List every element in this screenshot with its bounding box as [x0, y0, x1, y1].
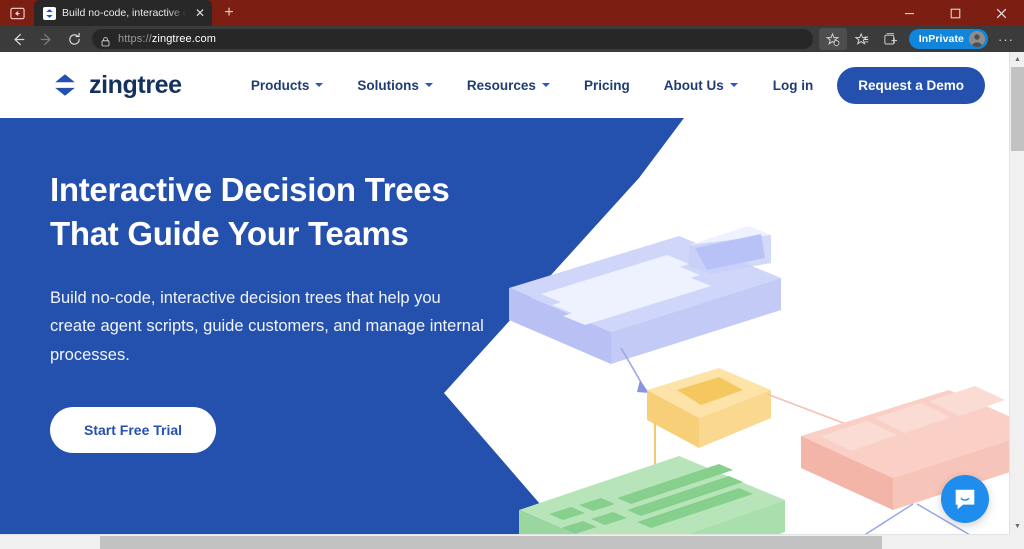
chevron-down-icon — [424, 83, 433, 87]
chat-bubble-icon — [955, 489, 975, 510]
browser-titlebar: Build no-code, interactive decisi ✕ + — [0, 0, 1024, 26]
hero-heading-line1: Interactive Decision Trees — [50, 171, 450, 208]
nav-item-products[interactable]: Products — [234, 78, 341, 93]
chevron-down-icon — [541, 83, 550, 87]
hero-paragraph: Build no-code, interactive decision tree… — [50, 288, 484, 365]
favorite-star-icon[interactable] — [818, 28, 847, 50]
zingtree-logo[interactable]: zingtree — [50, 70, 182, 100]
nav-label: Pricing — [583, 77, 630, 93]
request-demo-button[interactable]: Request a Demo — [837, 66, 985, 104]
page-viewport: zingtree Products Solutions Resources Pr… — [0, 52, 1024, 549]
nav-label: About Us — [663, 77, 724, 93]
collections-icon[interactable] — [877, 28, 905, 50]
tab-title: Build no-code, interactive decisi — [62, 7, 186, 19]
hero-copy: Interactive Decision Trees That Guide Yo… — [50, 118, 530, 453]
nav-label: Resources — [466, 77, 536, 93]
hero-section: Interactive Decision Trees That Guide Yo… — [0, 118, 1009, 534]
main-navigation: Products Solutions Resources Pricing Abo… — [234, 66, 985, 104]
nav-item-pricing[interactable]: Pricing — [567, 78, 647, 93]
favorites-list-icon[interactable] — [848, 28, 876, 50]
nav-label: Solutions — [357, 77, 419, 93]
nav-item-about-us[interactable]: About Us — [647, 78, 755, 93]
address-bar[interactable]: https://zingtree.com — [92, 29, 813, 49]
browser-tab[interactable]: Build no-code, interactive decisi ✕ — [34, 0, 212, 26]
inprivate-window-icon — [0, 0, 34, 26]
zingtree-favicon — [42, 6, 56, 20]
zingtree-logo-text: zingtree — [89, 70, 182, 99]
inprivate-label: InPrivate — [918, 33, 964, 45]
lock-icon — [100, 34, 111, 46]
browser-toolbar: https://zingtree.com InPrivate ··· — [0, 26, 1024, 52]
intercom-chat-launcher[interactable] — [941, 475, 989, 523]
close-icon[interactable]: ✕ — [192, 5, 208, 21]
browser-settings-more-icon[interactable]: ··· — [992, 28, 1020, 50]
chevron-down-icon — [729, 83, 738, 87]
start-free-trial-button[interactable]: Start Free Trial — [50, 406, 217, 453]
zingtree-logo-icon — [50, 70, 80, 100]
scrollbar-corner — [1009, 534, 1024, 549]
nav-item-solutions[interactable]: Solutions — [340, 78, 450, 93]
scroll-up-arrow-icon[interactable]: ▲ — [1010, 52, 1024, 67]
hero-heading: Interactive Decision Trees That Guide Yo… — [50, 168, 530, 256]
url-host: zingtree.com — [151, 33, 216, 45]
horizontal-scrollbar[interactable] — [0, 534, 1024, 549]
hero-heading-line2: That Guide Your Teams — [50, 214, 409, 252]
window-controls — [886, 0, 1024, 26]
site-header: zingtree Products Solutions Resources Pr… — [0, 52, 1009, 118]
url-scheme: https:// — [118, 33, 152, 45]
chevron-down-icon — [315, 83, 324, 87]
nav-label: Products — [250, 77, 310, 93]
forward-arrow-icon[interactable] — [32, 28, 60, 50]
login-link[interactable]: Log in — [755, 78, 832, 93]
maximize-button[interactable] — [932, 0, 978, 26]
back-arrow-icon[interactable] — [4, 28, 32, 50]
nav-item-resources[interactable]: Resources — [450, 78, 567, 93]
refresh-icon[interactable] — [60, 28, 88, 50]
vertical-scrollbar[interactable]: ▲ ▼ — [1009, 52, 1024, 534]
new-tab-button[interactable]: + — [216, 0, 242, 26]
horizontal-scrollbar-thumb[interactable] — [100, 536, 882, 549]
profile-avatar — [969, 31, 985, 47]
browser-window: Build no-code, interactive decisi ✕ + — [0, 0, 1024, 549]
zingtree-homepage: zingtree Products Solutions Resources Pr… — [0, 52, 1009, 534]
toolbar-actions: InPrivate ··· — [818, 28, 1020, 50]
minimize-button[interactable] — [886, 0, 932, 26]
vertical-scrollbar-thumb[interactable] — [1011, 67, 1024, 151]
close-window-button[interactable] — [978, 0, 1024, 26]
address-bar-url: https://zingtree.com — [118, 33, 216, 45]
scroll-down-arrow-icon[interactable]: ▼ — [1010, 519, 1024, 534]
inprivate-profile-button[interactable]: InPrivate — [908, 29, 988, 49]
